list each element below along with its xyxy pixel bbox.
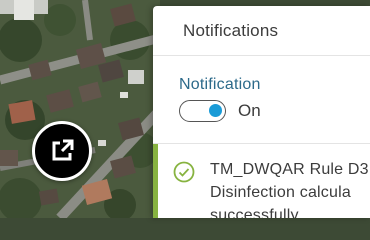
notification-line-2: Disinfection calcula (210, 184, 351, 201)
notifications-panel: Notifications Notification On TM_DWQAR R… (153, 6, 370, 218)
notification-setting-label: Notification (179, 76, 261, 93)
check-circle-icon (173, 161, 195, 183)
panel-title: Notifications (183, 20, 279, 40)
notification-settings: Notification On (153, 56, 370, 144)
notification-message: TM_DWQAR Rule D3 Disinfection calcula su… (210, 158, 369, 218)
external-link-icon (52, 139, 74, 161)
toggle-row: On (179, 100, 370, 122)
toggle-knob (209, 104, 222, 117)
status-icon-wrap (158, 158, 210, 218)
external-link-button[interactable] (32, 121, 92, 181)
map-imagery (0, 0, 160, 218)
notification-item[interactable]: TM_DWQAR Rule D3 Disinfection calcula su… (153, 144, 370, 218)
aerial-map[interactable] (0, 0, 160, 218)
toggle-state-label: On (238, 101, 261, 120)
notification-line-3: successfully (210, 207, 299, 218)
notification-line-1: TM_DWQAR Rule D3 (210, 161, 369, 178)
notification-toggle[interactable] (179, 100, 226, 122)
panel-header: Notifications (153, 6, 370, 56)
